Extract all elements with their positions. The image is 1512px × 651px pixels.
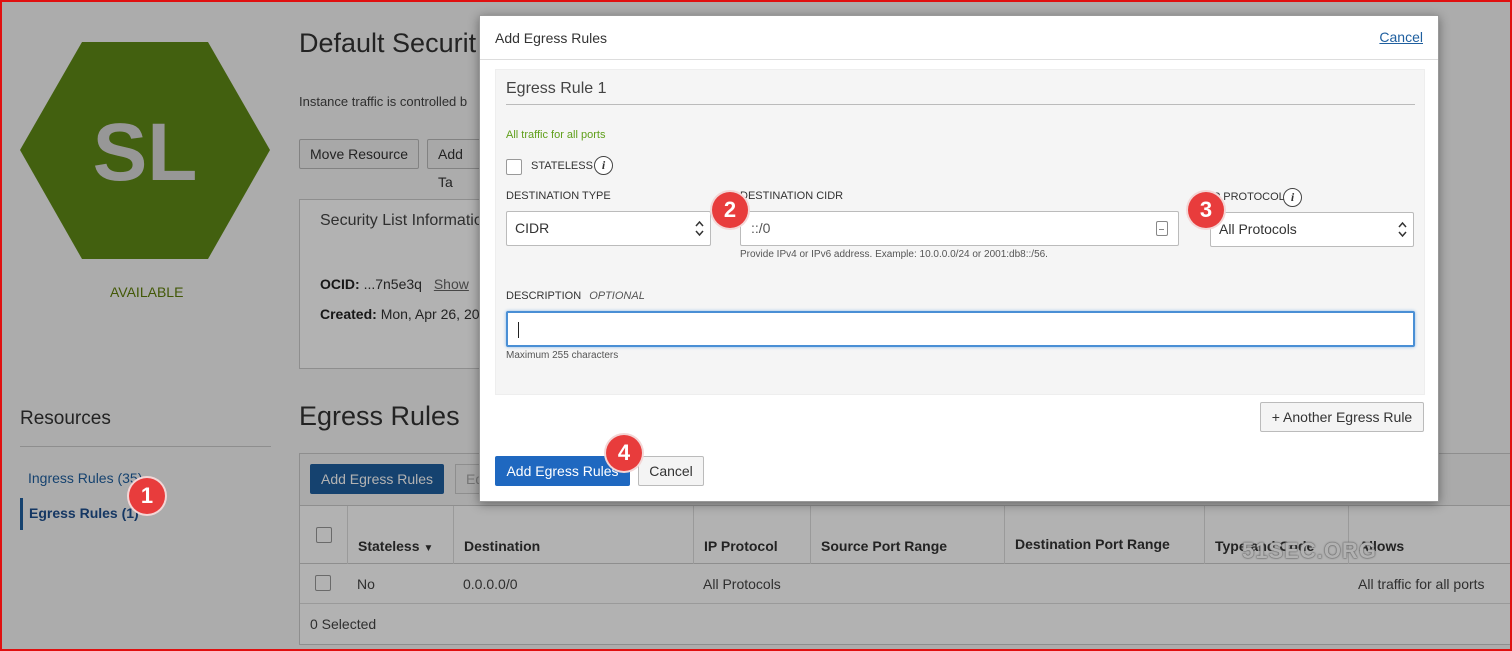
add-egress-rules-dialog: Add Egress Rules Cancel Egress Rule 1 Al… bbox=[479, 15, 1439, 502]
step-badge-4: 4 bbox=[606, 435, 642, 471]
ip-protocol-value: All Protocols bbox=[1219, 221, 1297, 237]
optional-tag: OPTIONAL bbox=[589, 290, 645, 302]
destination-type-label: DESTINATION TYPE bbox=[506, 190, 611, 202]
description-input[interactable] bbox=[506, 311, 1415, 347]
destination-cidr-help: Provide IPv4 or IPv6 address. Example: 1… bbox=[740, 249, 1048, 260]
destination-cidr-label: DESTINATION CIDR bbox=[740, 190, 844, 202]
description-label: DESCRIPTION OPTIONAL bbox=[506, 290, 645, 302]
destination-type-select[interactable]: CIDR bbox=[506, 211, 711, 246]
dialog-header: Add Egress Rules Cancel bbox=[480, 16, 1438, 60]
another-egress-rule-button[interactable]: + Another Egress Rule bbox=[1260, 402, 1424, 432]
text-caret bbox=[518, 322, 519, 338]
description-help: Maximum 255 characters bbox=[506, 350, 619, 361]
ip-protocol-info-icon[interactable]: i bbox=[1283, 188, 1302, 207]
stateless-label: STATELESS bbox=[531, 160, 593, 172]
dialog-cancel-link[interactable]: Cancel bbox=[1379, 29, 1423, 45]
select-arrows-icon bbox=[1398, 221, 1407, 238]
rule-summary: All traffic for all ports bbox=[506, 129, 606, 141]
egress-rule-title: Egress Rule 1 bbox=[506, 80, 607, 97]
destination-type-value: CIDR bbox=[515, 220, 550, 236]
stateless-checkbox[interactable] bbox=[506, 159, 522, 175]
egress-rule-panel: Egress Rule 1 All traffic for all ports … bbox=[495, 69, 1425, 395]
destination-cidr-value: ::/0 bbox=[751, 220, 771, 236]
select-arrows-icon bbox=[695, 220, 704, 237]
contact-card-icon bbox=[1156, 221, 1168, 236]
destination-cidr-input[interactable]: ::/0 bbox=[740, 211, 1179, 246]
stateless-info-icon[interactable]: i bbox=[594, 156, 613, 175]
step-badge-2: 2 bbox=[712, 192, 748, 228]
step-badge-1: 1 bbox=[129, 478, 165, 514]
step-badge-3: 3 bbox=[1188, 192, 1224, 228]
rule-divider bbox=[506, 104, 1415, 105]
dialog-cancel-button[interactable]: Cancel bbox=[638, 456, 704, 486]
dialog-title: Add Egress Rules bbox=[495, 30, 608, 46]
ip-protocol-select[interactable]: All Protocols bbox=[1210, 212, 1414, 247]
